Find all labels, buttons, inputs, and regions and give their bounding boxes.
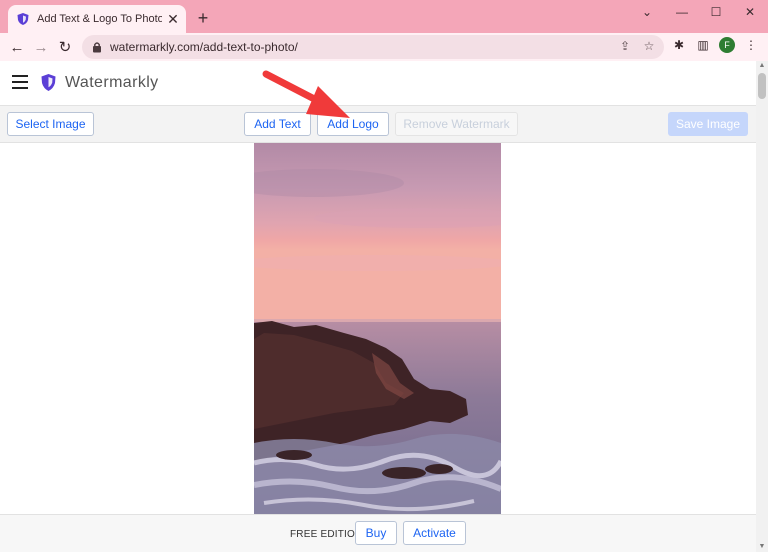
browser-tab[interactable]: Add Text & Logo To Photo Online ✕ <box>8 5 186 33</box>
lock-icon <box>92 41 102 53</box>
back-arrow-icon[interactable]: ← <box>8 38 26 56</box>
extensions-puzzle-icon[interactable]: ✱ <box>672 38 686 52</box>
new-tab-icon[interactable]: + <box>194 8 212 28</box>
share-icon[interactable]: ⇪ <box>618 39 632 53</box>
scroll-down-icon[interactable]: ▼ <box>756 542 768 552</box>
watermarkly-shield-icon <box>16 12 30 26</box>
buy-button[interactable]: Buy <box>355 521 397 545</box>
reload-icon[interactable]: ↻ <box>56 38 74 56</box>
watermarkly-logo-icon <box>40 73 57 92</box>
editor-action-bar: Select Image Add Text Add Logo Remove Wa… <box>0 105 756 143</box>
minimize-window-icon[interactable]: — <box>672 4 692 20</box>
image-canvas <box>0 143 756 514</box>
bookmark-star-icon[interactable]: ☆ <box>642 39 656 53</box>
tab-search-chevron-icon[interactable]: ⌄ <box>637 4 657 20</box>
remove-watermark-button[interactable]: Remove Watermark <box>395 112 518 136</box>
close-window-icon[interactable]: ✕ <box>740 4 760 20</box>
browser-tab-strip: Add Text & Logo To Photo Online ✕ + ⌄ — … <box>0 0 768 33</box>
annotation-arrow-icon <box>262 70 350 118</box>
license-footer: FREE EDITION Buy Activate <box>0 514 756 552</box>
hamburger-menu-icon[interactable] <box>12 75 28 89</box>
app-header: Watermarkly <box>0 61 756 105</box>
side-panel-icon[interactable]: ▥ <box>696 38 710 52</box>
address-bar[interactable]: watermarkly.com/add-text-to-photo/ <box>82 35 664 59</box>
edition-label: FREE EDITION <box>290 529 363 540</box>
scroll-up-icon[interactable]: ▲ <box>756 61 768 71</box>
activate-button[interactable]: Activate <box>403 521 466 545</box>
tab-title: Add Text & Logo To Photo Online <box>37 13 162 25</box>
save-image-button[interactable]: Save Image <box>668 112 748 136</box>
page-scrollbar[interactable]: ▲ ▼ <box>756 61 768 552</box>
brand-name: Watermarkly <box>65 74 159 91</box>
maximize-window-icon[interactable]: ☐ <box>706 4 726 20</box>
browser-toolbar: ← → ↻ watermarkly.com/add-text-to-photo/… <box>0 33 768 61</box>
select-image-button[interactable]: Select Image <box>7 112 94 136</box>
web-page: Watermarkly Select Image Add Text Add Lo… <box>0 61 756 552</box>
coastal-sunset-photo[interactable] <box>254 143 501 514</box>
profile-avatar[interactable]: F <box>719 37 735 53</box>
browser-menu-icon[interactable]: ⋮ <box>744 38 758 52</box>
url-text: watermarkly.com/add-text-to-photo/ <box>110 40 298 54</box>
scrollbar-thumb[interactable] <box>758 73 766 99</box>
tab-close-icon[interactable]: ✕ <box>166 11 180 28</box>
forward-arrow-icon[interactable]: → <box>32 38 50 56</box>
